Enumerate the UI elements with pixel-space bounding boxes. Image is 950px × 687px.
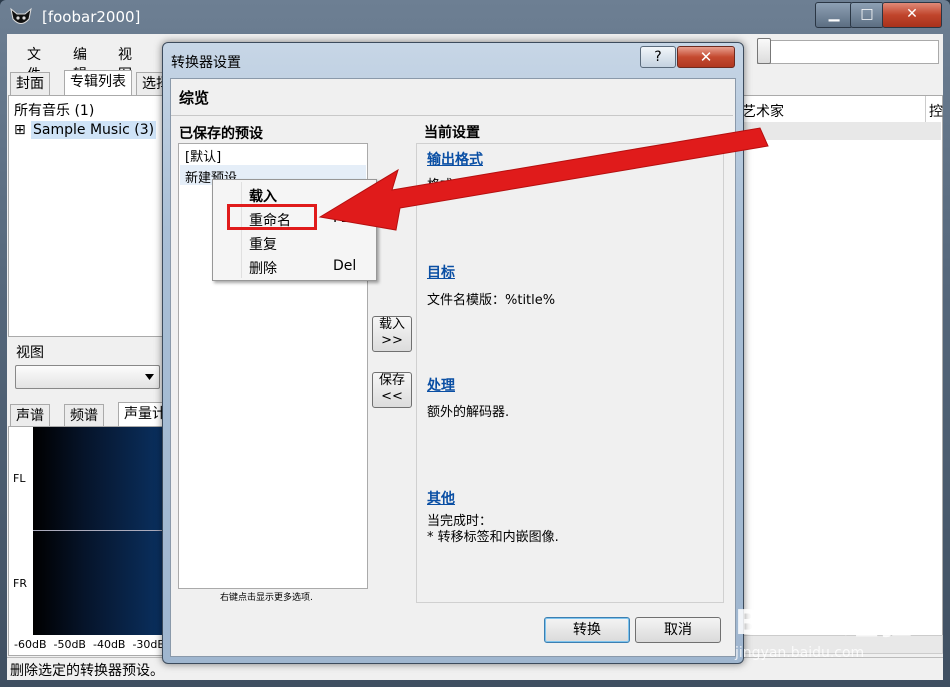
annotation-arrow-icon	[318, 127, 769, 231]
watermark-logo: Baidu经验	[735, 603, 913, 643]
watermark-url: jingyan.baidu.com	[735, 645, 865, 661]
